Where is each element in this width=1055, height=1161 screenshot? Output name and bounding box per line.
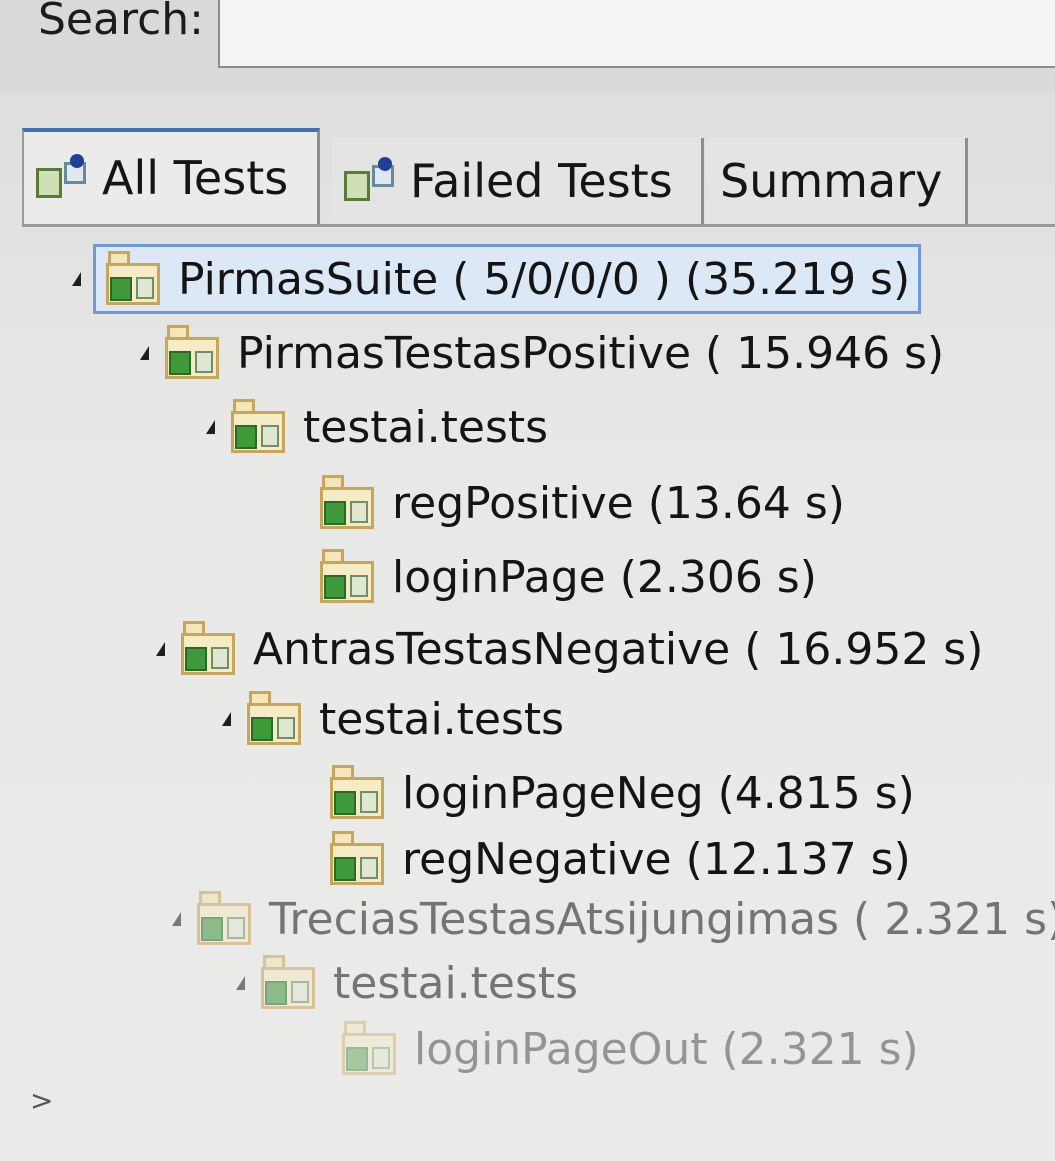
search-row: Search: (0, 0, 1055, 92)
collapse-arrow-icon[interactable] (206, 420, 215, 434)
package-icon (257, 955, 319, 1011)
test-method-passed-icon (316, 549, 378, 605)
tree-row-package[interactable]: testai.tests (236, 948, 578, 1018)
tree-row-label: loginPageOut (2.321 s) (414, 1023, 919, 1075)
package-icon (227, 399, 289, 455)
tab-all-tests[interactable]: All Tests (22, 128, 320, 224)
tree-row-label: PirmasTestasPositive ( 15.946 s) (237, 327, 945, 379)
results-tabs: All Tests Failed Tests Summary (22, 128, 1055, 228)
tests-tree-icon (34, 154, 92, 202)
test-method-passed-icon (326, 831, 388, 887)
tree-row-package[interactable]: testai.tests (206, 392, 548, 462)
test-icon (161, 325, 223, 381)
testng-results-view: Search: All Tests Failed Tests Summary P… (0, 0, 1055, 1161)
selected-row-highlight: PirmasSuite ( 5/0/0/0 ) (35.219 s) (93, 244, 922, 314)
collapse-arrow-icon[interactable] (140, 346, 149, 360)
tree-row-label: AntrasTestasNegative ( 16.952 s) (253, 623, 984, 675)
collapse-arrow-icon[interactable] (172, 912, 181, 926)
collapse-arrow-icon[interactable] (72, 272, 81, 286)
test-method-passed-icon (316, 475, 378, 531)
test-method-passed-icon (326, 765, 388, 821)
failed-tests-tree-icon (342, 157, 400, 205)
test-icon (193, 891, 255, 947)
tab-failed-tests[interactable]: Failed Tests (332, 138, 704, 224)
tree-row-label: TreciasTestasAtsijungimas ( 2.321 s) (269, 893, 1055, 945)
tree-row-test[interactable]: PirmasTestasPositive ( 15.946 s) (140, 318, 944, 388)
tree-row-label: regNegative (12.137 s) (402, 833, 911, 885)
tab-all-tests-label: All Tests (102, 151, 289, 205)
collapse-arrow-icon[interactable] (222, 712, 231, 726)
search-input-box[interactable] (218, 0, 1055, 68)
tree-row-label: loginPage (2.306 s) (392, 551, 817, 603)
tab-summary-label: Summary (720, 154, 943, 208)
tree-row-label: loginPageNeg (4.815 s) (402, 767, 915, 819)
tree-row-package[interactable]: testai.tests (222, 684, 564, 754)
search-input[interactable] (220, 0, 1055, 68)
tree-row-method[interactable]: regPositive (13.64 s) (316, 468, 845, 538)
test-icon (177, 621, 239, 677)
search-label: Search: (38, 0, 204, 45)
tab-summary[interactable]: Summary (706, 138, 968, 224)
tree-row-test[interactable]: TreciasTestasAtsijungimas ( 2.321 s) (172, 884, 1055, 954)
package-icon (243, 691, 305, 747)
tree-row-suite[interactable]: PirmasSuite ( 5/0/0/0 ) (35.219 s) (72, 244, 922, 314)
tab-failed-tests-label: Failed Tests (410, 154, 673, 208)
tree-row-test[interactable]: AntrasTestasNegative ( 16.952 s) (156, 614, 983, 684)
chevron-right-icon[interactable]: > (30, 1084, 53, 1117)
test-suite-icon (102, 251, 164, 307)
tree-row-label: testai.tests (333, 957, 579, 1009)
tree-row-method[interactable]: loginPage (2.306 s) (316, 542, 817, 612)
tree-row-label: PirmasSuite ( 5/0/0/0 ) (35.219 s) (178, 253, 911, 305)
tree-row-label: regPositive (13.64 s) (392, 477, 845, 529)
test-method-passed-icon (338, 1021, 400, 1077)
tree-row-method[interactable]: loginPageNeg (4.815 s) (326, 758, 915, 828)
tree-row-method[interactable]: loginPageOut (2.321 s) (338, 1014, 919, 1084)
tab-strip-divider (22, 224, 1055, 227)
collapse-arrow-icon[interactable] (156, 642, 165, 656)
collapse-arrow-icon[interactable] (236, 976, 245, 990)
tree-row-label: testai.tests (303, 401, 549, 453)
tree-row-label: testai.tests (319, 693, 565, 745)
